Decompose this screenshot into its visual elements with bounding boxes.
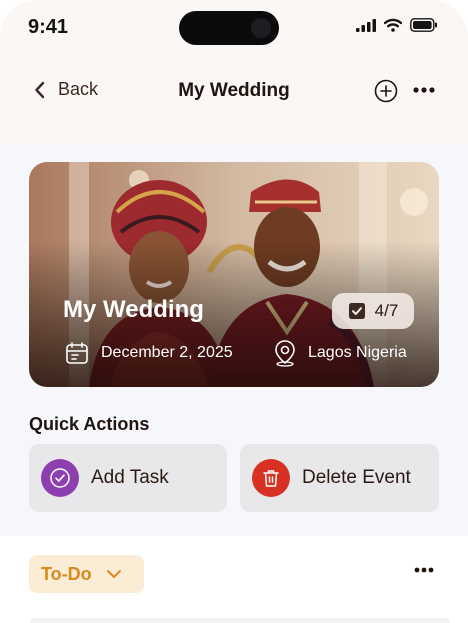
plus-circle-icon[interactable] [374,79,398,103]
todo-filter-label: To-Do [41,563,92,584]
task-progress-value: 4/7 [374,301,399,320]
delete-icon-wrap [252,459,290,497]
delete-event-label: Delete Event [302,467,411,488]
status-time: 9:41 [28,16,69,38]
calendar-icon [66,342,88,364]
add-task-icon-wrap [41,459,79,497]
status-icons [356,18,438,32]
task-progress-badge: 4/7 [332,293,414,329]
event-hero-card[interactable]: My Wedding 4/7 December 2, 2025 Lagos Ni [29,162,439,387]
phone-screen: 9:41 Back My Wedding My Wedding 4/7 Dece… [0,0,468,623]
event-location: Lagos Nigeria [272,339,407,367]
add-task-button[interactable]: Add Task [29,444,227,512]
todo-filter-dropdown[interactable]: To-Do [29,555,144,593]
more-icon[interactable] [414,566,434,574]
trash-icon [263,470,279,487]
checkbox-icon [348,303,365,319]
dynamic-island [179,11,279,45]
event-date-text: December 2, 2025 [101,344,233,361]
hero-title: My Wedding [63,296,204,323]
list-item-peek [30,618,450,623]
quick-actions-heading: Quick Actions [29,414,150,434]
battery-icon [410,18,437,32]
task-list-section: To-Do [0,536,468,623]
add-task-label: Add Task [91,467,169,488]
signal-icon [356,18,376,32]
more-icon[interactable] [413,86,435,94]
header-area: 9:41 Back My Wedding [0,0,468,144]
chevron-down-icon [106,570,121,578]
check-circle-icon [50,468,70,488]
location-pin-icon [275,340,295,367]
event-location-text: Lagos Nigeria [308,344,407,361]
wifi-icon [384,18,402,32]
event-date: December 2, 2025 [65,341,233,365]
delete-event-button[interactable]: Delete Event [240,444,439,512]
